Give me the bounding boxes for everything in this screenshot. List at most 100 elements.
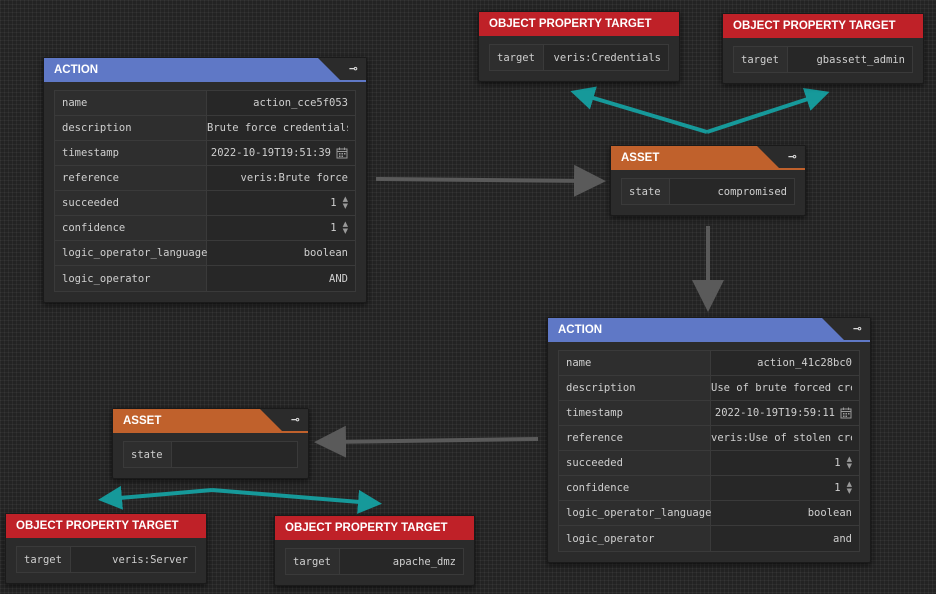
object-property-target-node-2[interactable]: OBJECT PROPERTY TARGET target gbassett_a… [722,13,924,84]
edge-asset1-to-target1 [570,86,708,134]
property-value-target[interactable]: veris:Server [70,547,195,572]
spinner-icon[interactable]: ▲ ▼ [343,196,348,210]
value-text: veris:Server [112,553,188,566]
node-title: ACTION [558,324,603,336]
value-text: 1 [834,482,841,494]
spinner-icon[interactable]: ▲ ▼ [343,221,348,235]
value-text: and [833,532,852,545]
spinner-down-icon[interactable]: ▼ [343,203,348,210]
property-value-timestamp[interactable]: 2022-10-19T19:51:39 [207,141,355,165]
property-value-logic-operator-language[interactable]: boolean [207,241,355,265]
property-table: name action_cce5f053 description Brute f… [54,90,356,292]
edge-action1-to-asset1 [375,164,606,197]
property-row-name: name action_cce5f053 [55,91,355,116]
node-title: OBJECT PROPERTY TARGET [733,20,896,32]
property-row-logic-operator: logic_operator AND [55,266,355,291]
property-key: logic_operator [559,526,711,551]
plug-icon[interactable]: ⊸ [788,150,797,163]
property-value-target[interactable]: apache_dmz [339,549,463,574]
action-node-header[interactable]: ACTION ⊸ [44,58,366,82]
value-text: 1 [330,222,337,234]
edge-asset1-to-target2 [706,87,830,134]
property-key: reference [559,426,711,450]
header-tab [318,58,366,80]
property-key: timestamp [55,141,207,165]
property-value-reference[interactable]: veris:Use of stolen creds [711,426,859,450]
property-value-target[interactable]: veris:Credentials [543,45,668,70]
property-row-logic-operator-language: logic_operator_language boolean [55,241,355,266]
target-node-header[interactable]: OBJECT PROPERTY TARGET [6,514,206,538]
asset-node-header[interactable]: ASSET ⊸ [113,409,308,433]
property-key: confidence [55,216,207,240]
calendar-icon[interactable] [336,147,348,159]
property-value-logic-operator[interactable]: and [711,526,859,551]
object-property-target-node-3[interactable]: OBJECT PROPERTY TARGET target veris:Serv… [5,513,207,584]
property-key: timestamp [559,401,711,425]
node-title: ASSET [621,152,660,164]
property-value-name[interactable]: action_cce5f053 [207,91,355,115]
property-value-logic-operator[interactable]: AND [207,266,355,291]
plug-icon[interactable]: ⊸ [853,322,862,335]
property-value-state[interactable]: compromised [669,179,794,204]
spinner-down-icon[interactable]: ▼ [847,488,852,495]
property-value-state[interactable] [171,442,297,467]
target-node-header[interactable]: OBJECT PROPERTY TARGET [275,516,474,540]
header-tab [757,146,805,168]
asset-node-1[interactable]: ASSET ⊸ state compromised [610,145,806,216]
property-key: description [55,116,207,140]
value-text: boolean [807,507,852,519]
spinner-icon[interactable]: ▲ ▼ [847,456,852,470]
property-key: name [559,351,711,375]
action-node-2[interactable]: ACTION ⊸ name action_41c28bc0 descriptio… [547,317,871,563]
object-property-target-node-4[interactable]: OBJECT PROPERTY TARGET target apache_dmz [274,515,475,586]
plug-icon[interactable]: ⊸ [291,413,300,426]
property-value-description[interactable]: Brute force credentials [207,116,355,140]
property-row-confidence: confidence 1 ▲ ▼ [55,216,355,241]
asset-node-2[interactable]: ASSET ⊸ state [112,408,309,479]
property-value-timestamp[interactable]: 2022-10-19T19:59:11 [711,401,859,425]
property-value-confidence[interactable]: 1 ▲ ▼ [207,216,355,240]
value-text: 2022-10-19T19:51:39 [210,147,331,159]
edge-asset2-to-target3 [98,485,213,510]
node-title: ACTION [54,64,99,76]
property-key: description [559,376,711,400]
property-table: target veris:Server [16,546,196,573]
property-row-logic-operator: logic_operator and [559,526,859,551]
property-value-confidence[interactable]: 1 ▲ ▼ [711,476,859,500]
property-row-confidence: confidence 1 ▲ ▼ [559,476,859,501]
header-tab [260,409,308,431]
property-value-target[interactable]: gbassett_admin [787,47,912,72]
property-value-reference[interactable]: veris:Brute force [207,166,355,190]
property-value-succeeded[interactable]: 1 ▲ ▼ [207,191,355,215]
calendar-icon[interactable] [840,407,852,419]
value-text: apache_dmz [392,555,456,568]
property-table: target veris:Credentials [489,44,669,71]
property-value-logic-operator-language[interactable]: boolean [711,501,859,525]
object-property-target-node-1[interactable]: OBJECT PROPERTY TARGET target veris:Cred… [478,11,680,82]
property-row-reference: reference veris:Brute force [55,166,355,191]
spinner-icon[interactable]: ▲ ▼ [847,481,852,495]
value-text: boolean [303,247,348,259]
target-node-header[interactable]: OBJECT PROPERTY TARGET [479,12,679,36]
property-value-name[interactable]: action_41c28bc0 [711,351,859,375]
property-value-description[interactable]: Use of brute forced creds [711,376,859,400]
target-node-header[interactable]: OBJECT PROPERTY TARGET [723,14,923,38]
action-node-header[interactable]: ACTION ⊸ [548,318,870,342]
property-value-succeeded[interactable]: 1 ▲ ▼ [711,451,859,475]
edge-action2-to-asset2 [314,425,539,458]
property-key: target [734,47,788,72]
action-node-1[interactable]: ACTION ⊸ name action_cce5f053 descriptio… [43,57,367,303]
property-row-logic-operator-language: logic_operator_language boolean [559,501,859,526]
value-text: 1 [330,197,337,209]
asset-node-header[interactable]: ASSET ⊸ [611,146,805,170]
property-key: target [17,547,71,572]
spinner-down-icon[interactable]: ▼ [343,228,348,235]
node-title: OBJECT PROPERTY TARGET [489,18,652,30]
spinner-down-icon[interactable]: ▼ [847,463,852,470]
plug-icon[interactable]: ⊸ [349,62,358,75]
property-row-target: target veris:Server [17,547,195,572]
value-text: veris:Use of stolen creds [711,432,852,444]
property-row-state: state compromised [622,179,794,204]
property-row-target: target gbassett_admin [734,47,912,72]
edge-asset2-to-target4 [211,488,382,514]
